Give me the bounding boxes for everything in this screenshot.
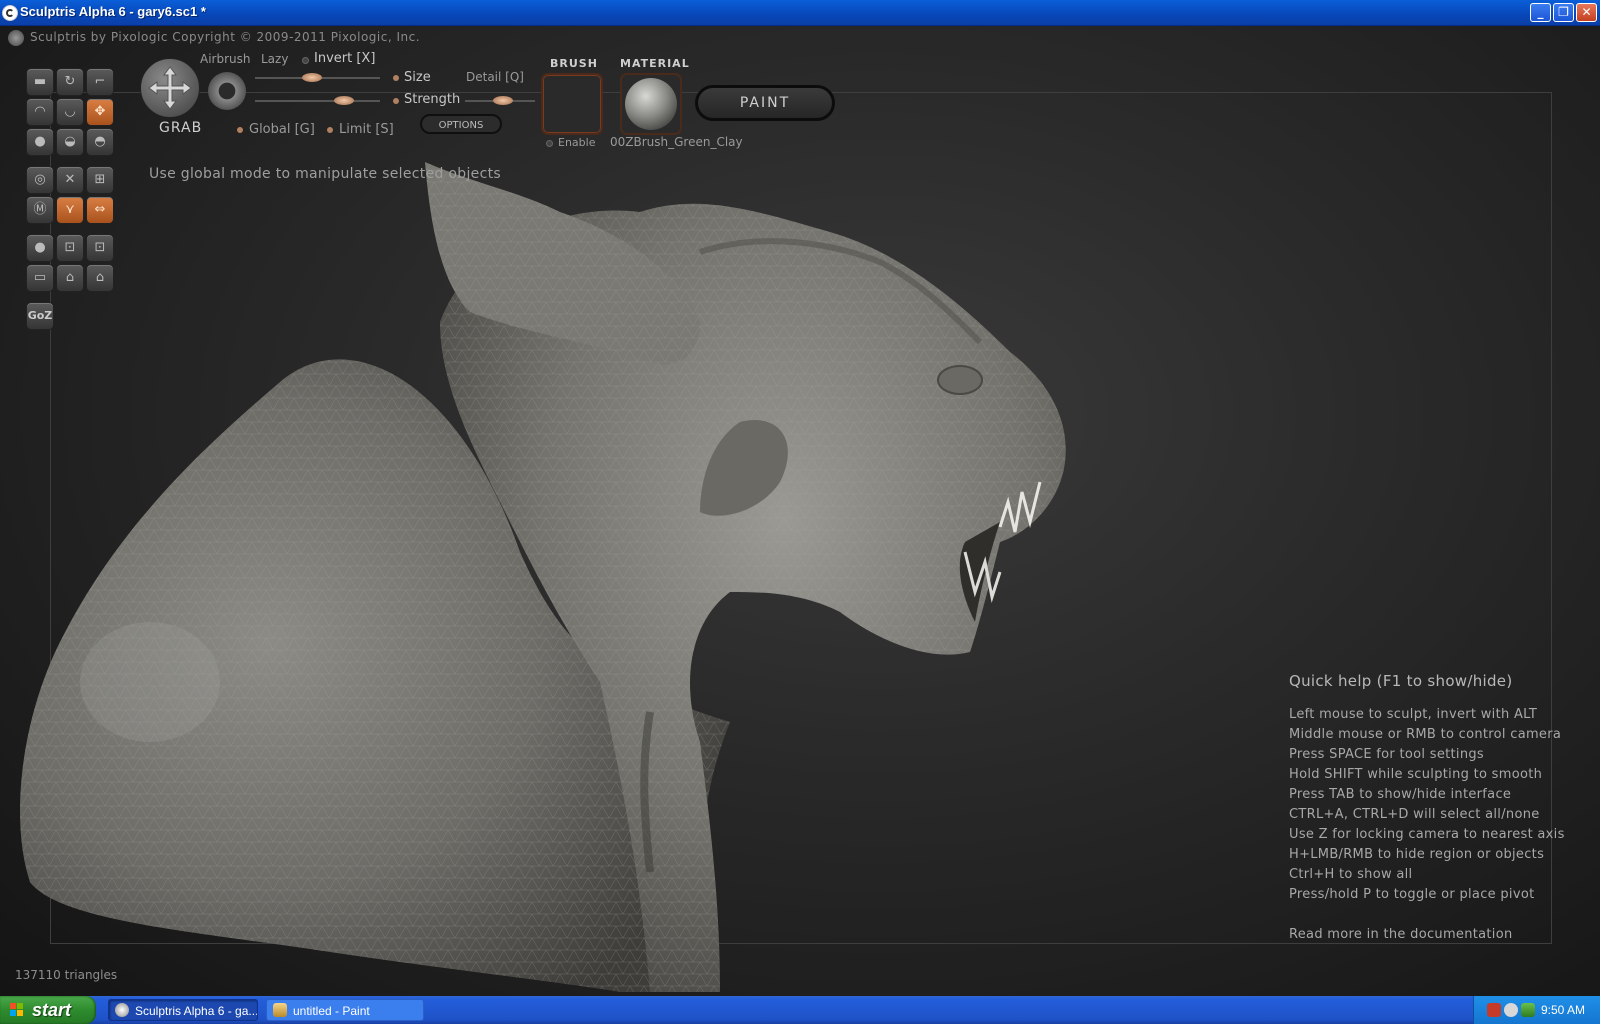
size-label: Size	[404, 70, 431, 85]
sculpt-mesh[interactable]	[0, 122, 1100, 992]
documentation-link[interactable]: Read more in the documentation	[1289, 925, 1589, 945]
flatten-tool-button[interactable]: ●	[26, 128, 54, 156]
size-slider-knob[interactable]	[302, 73, 323, 82]
invert-label[interactable]: Invert [X]	[314, 51, 375, 66]
quick-help-title: Quick help (F1 to show/hide)	[1289, 672, 1513, 690]
wireframe-tool-button[interactable]: ✕	[56, 166, 84, 194]
grab-tool-button[interactable]: ✥	[86, 98, 114, 126]
window-title: Sculptris Alpha 6 - gary6.sc1 *	[20, 4, 206, 19]
rotate-tool-button[interactable]: ↻	[56, 68, 84, 96]
start-label: start	[32, 1000, 72, 1020]
security-tray-icon[interactable]	[1487, 1003, 1501, 1017]
import-obj-button[interactable]: ⊡	[56, 234, 84, 262]
material-preview-sphere	[625, 78, 677, 130]
draw-tool-button[interactable]: ▬	[26, 68, 54, 96]
wire-toggle-button[interactable]: ⋎	[56, 196, 84, 224]
sphere-tool-button[interactable]: ●	[26, 234, 54, 262]
inflate-tool-button[interactable]: ◠	[26, 98, 54, 126]
start-button[interactable]: start	[0, 996, 96, 1024]
global-label[interactable]: Global [G]	[249, 122, 315, 137]
quick-help-line: Middle mouse or RMB to control camera	[1289, 727, 1562, 742]
quick-help-line: Press/hold P to toggle or place pivot	[1289, 887, 1535, 902]
network-tray-icon[interactable]	[1521, 1003, 1535, 1017]
invert-toggle-dot[interactable]	[302, 57, 309, 64]
quick-help-line: CTRL+A, CTRL+D will select all/none	[1289, 807, 1540, 822]
strength-slider-track[interactable]	[255, 100, 380, 102]
airbrush-toggle[interactable]	[208, 72, 246, 110]
taskbar-item-paint[interactable]: untitled - Paint	[266, 999, 424, 1021]
export-obj-button[interactable]: ⊡	[86, 234, 114, 262]
limit-label[interactable]: Limit [S]	[339, 122, 394, 137]
brush-enable-dot[interactable]	[546, 140, 553, 147]
save-file-button[interactable]: ⌂	[86, 264, 114, 292]
windows-flag-icon	[10, 1003, 23, 1016]
taskbar-clock[interactable]: 9:50 AM	[1541, 996, 1585, 1024]
airbrush-label: Airbrush	[200, 52, 251, 66]
material-name: 00ZBrush_Green_Clay	[610, 135, 743, 149]
quick-help-line: Hold SHIFT while sculpting to smooth	[1289, 767, 1543, 782]
taskbar-item-label: untitled - Paint	[293, 1004, 370, 1018]
mirror-toggle-button[interactable]: ⇔	[86, 196, 114, 224]
reduce-tool-button[interactable]: ◓	[86, 128, 114, 156]
grab-tool-icon[interactable]	[140, 58, 200, 118]
window-title-bar[interactable]: Sculptris Alpha 6 - gary6.sc1 * _ ❐ ✕	[0, 0, 1600, 26]
quick-help-panel: Quick help (F1 to show/hide) Left mouse …	[1289, 671, 1589, 945]
open-file-button[interactable]: ⌂	[56, 264, 84, 292]
paint-icon	[273, 1003, 287, 1017]
quick-help-line: Ctrl+H to show all	[1289, 867, 1413, 882]
smooth-tool-button[interactable]: ◒	[56, 128, 84, 156]
strength-slider-knob[interactable]	[333, 96, 354, 105]
brush-swatch[interactable]	[541, 73, 603, 135]
credits-text: Sculptris by Pixologic Copyright © 2009-…	[30, 30, 421, 44]
minimize-button[interactable]: _	[1530, 3, 1551, 22]
plane-tool-button[interactable]: ▭	[26, 264, 54, 292]
material-swatch[interactable]	[620, 73, 682, 135]
brush-enable-label[interactable]: Enable	[558, 136, 595, 149]
lazy-label: Lazy	[261, 52, 289, 66]
sculpt-viewport[interactable]: Sculptris by Pixologic Copyright © 2009-…	[0, 26, 1600, 996]
taskbar-item-sculptris[interactable]: Sculptris Alpha 6 - ga...	[108, 999, 258, 1021]
close-button[interactable]: ✕	[1576, 3, 1597, 22]
quick-help-line: Left mouse to sculpt, invert with ALT	[1289, 707, 1538, 722]
restore-button[interactable]: ❐	[1553, 3, 1574, 22]
strength-label: Strength	[404, 92, 461, 107]
taskbar-item-label: Sculptris Alpha 6 - ga...	[135, 1004, 258, 1018]
quick-help-line: Use Z for locking camera to nearest axis	[1289, 827, 1565, 842]
mask-tool-button[interactable]: Ⓜ	[26, 196, 54, 224]
pixologic-logo-icon	[8, 30, 24, 46]
tool-name-label: GRAB	[159, 120, 203, 136]
goz-button[interactable]: GoZ	[26, 302, 54, 330]
size-pressure-dot[interactable]	[393, 75, 399, 81]
quick-help-line: H+LMB/RMB to hide region or objects	[1289, 847, 1545, 862]
quick-help-line: Press SPACE for tool settings	[1289, 747, 1484, 762]
paint-button[interactable]: PAINT	[695, 85, 835, 121]
detail-slider-knob[interactable]	[492, 96, 513, 105]
hint-text: Use global mode to manipulate selected o…	[149, 166, 501, 182]
symmetry-tool-button[interactable]: ◎	[26, 166, 54, 194]
crop-tool-button[interactable]: ⌐	[86, 68, 114, 96]
taskbar: start Sculptris Alpha 6 - ga... untitled…	[0, 996, 1600, 1024]
pinch-tool-button[interactable]: ◡	[56, 98, 84, 126]
sculptris-icon	[115, 1003, 129, 1017]
quick-help-line: Press TAB to show/hide interface	[1289, 787, 1512, 802]
material-label: MATERIAL	[620, 57, 690, 70]
grid-tool-button[interactable]: ⊞	[86, 166, 114, 194]
brush-label: BRUSH	[550, 57, 598, 70]
triangle-count: 137110 triangles	[15, 968, 118, 982]
options-button[interactable]: OPTIONS	[420, 114, 502, 134]
steam-tray-icon[interactable]	[1504, 1003, 1518, 1017]
strength-pressure-dot[interactable]	[393, 98, 399, 104]
limit-toggle-dot[interactable]	[327, 127, 333, 133]
detail-label: Detail [Q]	[466, 70, 524, 84]
global-toggle-dot[interactable]	[237, 127, 243, 133]
sculptris-app-icon[interactable]	[2, 5, 18, 21]
